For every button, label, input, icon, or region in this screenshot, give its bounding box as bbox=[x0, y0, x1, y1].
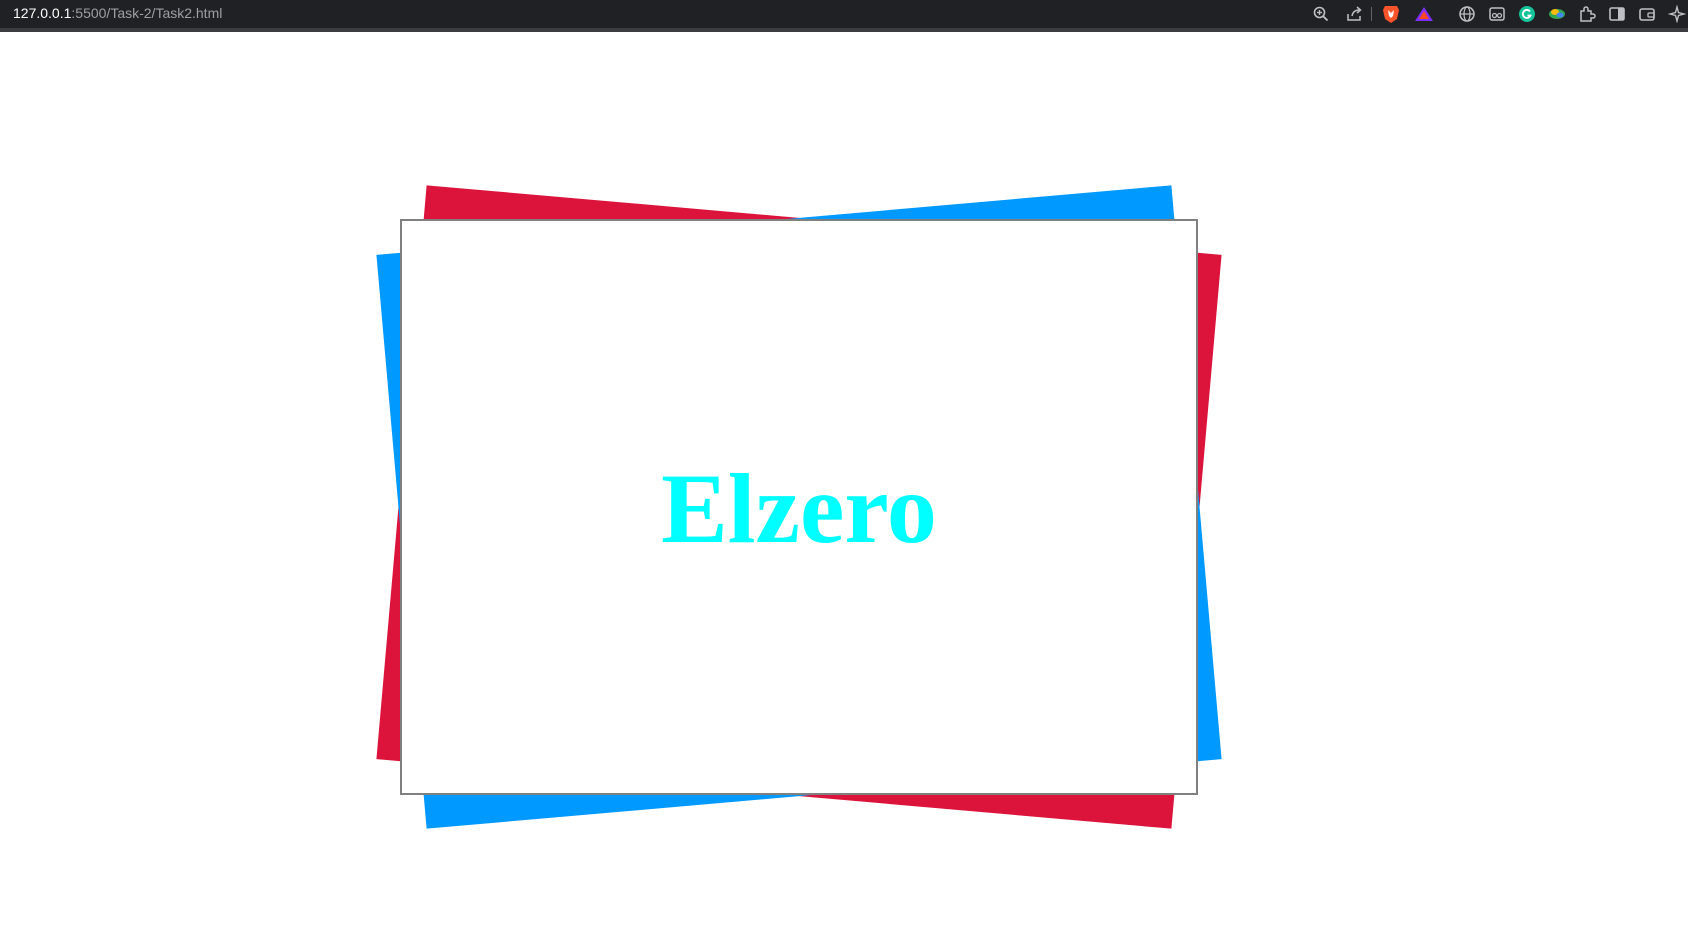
page-content: Elzero bbox=[0, 0, 1688, 950]
white-card-face: Elzero bbox=[400, 219, 1198, 795]
card: Elzero bbox=[376, 185, 1222, 829]
heading-elzero: Elzero bbox=[661, 453, 937, 564]
